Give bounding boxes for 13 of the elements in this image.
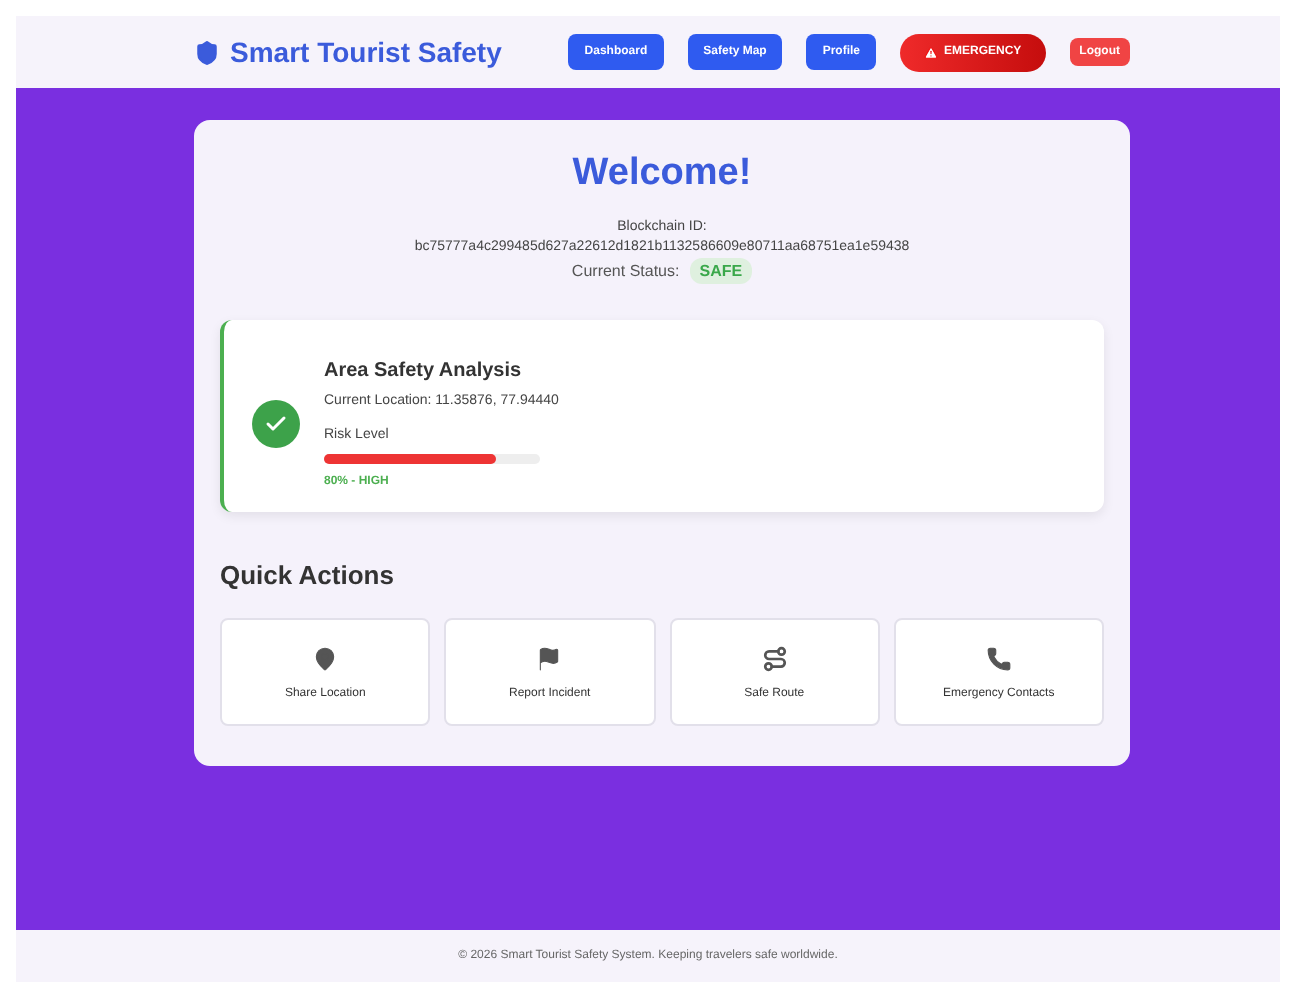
warning-icon	[924, 45, 938, 59]
brand-name: Smart Tourist Safety	[230, 36, 502, 68]
analysis-title: Area Safety Analysis	[324, 360, 524, 382]
flag-icon	[536, 645, 563, 671]
check-icon	[252, 400, 300, 448]
map-pin-icon	[312, 645, 339, 671]
phone-icon	[985, 645, 1012, 671]
shield-icon	[194, 39, 220, 65]
status-badge: SAFE	[689, 258, 753, 284]
status-label: Current Status:	[571, 262, 680, 280]
section-title: Quick Actions	[220, 560, 396, 590]
route-icon	[761, 645, 788, 671]
welcome-title: Welcome!	[570, 152, 754, 196]
